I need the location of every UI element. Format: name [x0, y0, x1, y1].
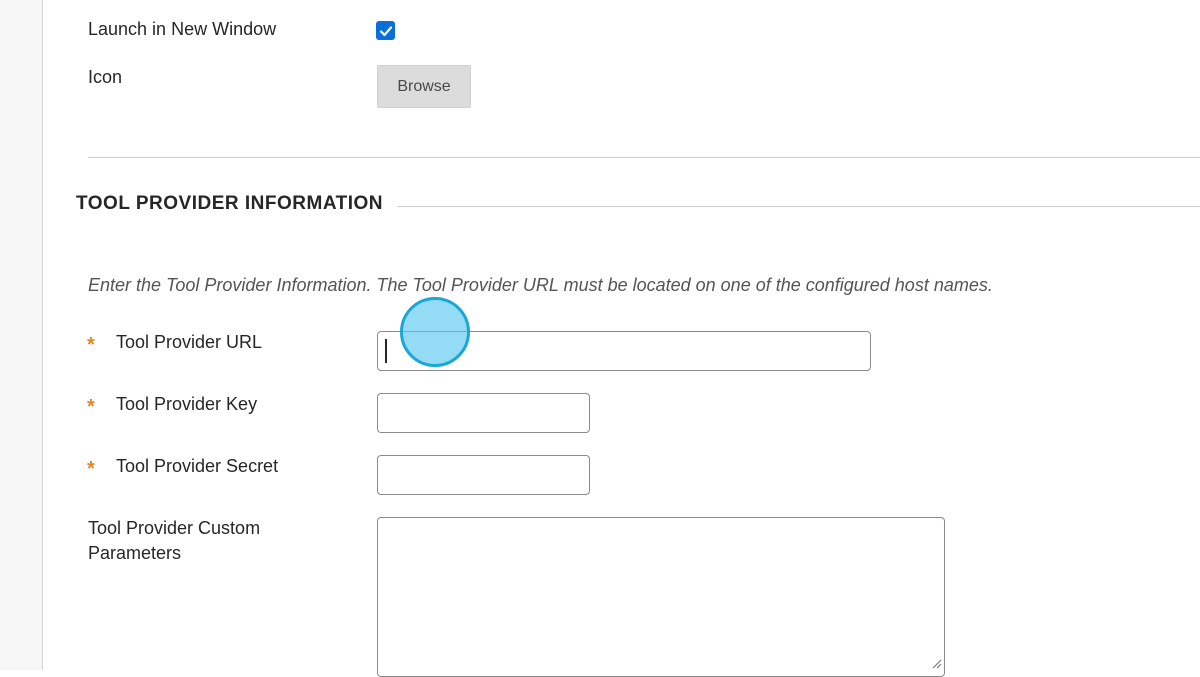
text-caret: [385, 339, 387, 363]
tool-provider-secret-label: Tool Provider Secret: [116, 456, 279, 476]
tool-provider-key-input[interactable]: [377, 393, 590, 433]
required-star-icon: *: [87, 334, 95, 356]
tool-provider-key-label: Tool Provider Key: [116, 394, 258, 414]
tool-provider-url-input[interactable]: [377, 331, 871, 371]
icon-label: Icon: [88, 67, 123, 87]
section-title-rule: [397, 206, 1200, 207]
required-star-icon: *: [87, 458, 95, 480]
custom-parameters-label-line2: Parameters: [88, 543, 182, 563]
launch-new-window-label: Launch in New Window: [88, 19, 277, 39]
resize-handle-icon[interactable]: [930, 657, 942, 669]
custom-parameters-label-line1: Tool Provider Custom: [88, 518, 261, 538]
tool-provider-url-label: Tool Provider URL: [116, 332, 263, 352]
checkmark-icon: [379, 25, 392, 36]
section-title: TOOL PROVIDER INFORMATION: [76, 193, 384, 214]
section-instructions: Enter the Tool Provider Information. The…: [88, 275, 993, 295]
custom-parameters-textarea[interactable]: [377, 517, 945, 677]
required-star-icon: *: [87, 396, 95, 418]
browse-button[interactable]: Browse: [377, 65, 471, 108]
launch-new-window-checkbox[interactable]: [376, 21, 395, 40]
left-rail: [0, 0, 43, 670]
tool-provider-secret-input[interactable]: [377, 455, 590, 495]
section-divider: [88, 157, 1200, 158]
